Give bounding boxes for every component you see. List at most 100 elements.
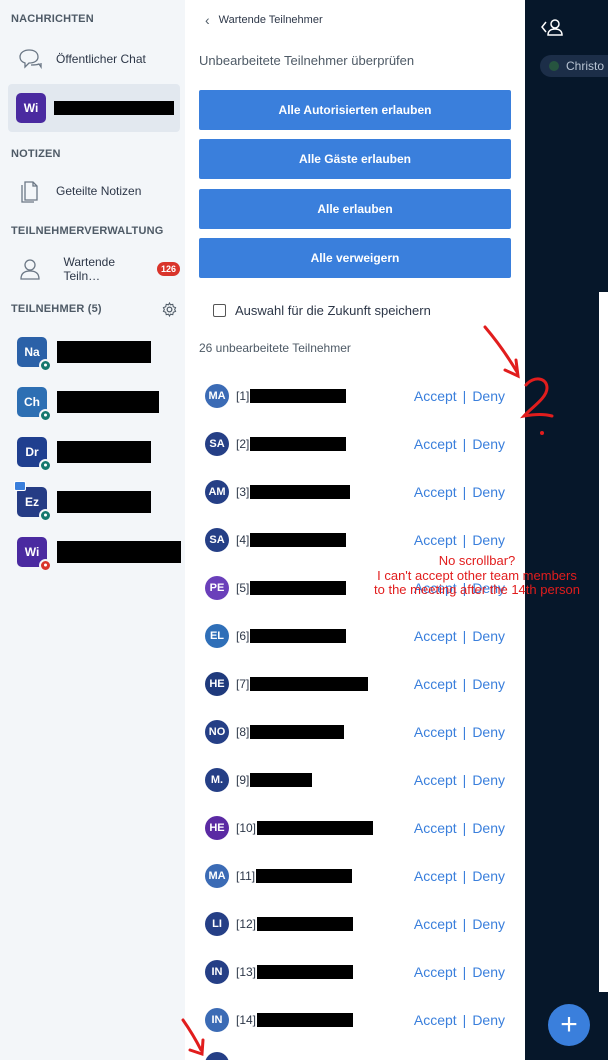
redacted-name	[256, 869, 353, 883]
accept-link[interactable]: Accept	[414, 388, 457, 404]
microphone-icon: ●	[39, 459, 52, 472]
accept-link[interactable]: Accept	[414, 484, 457, 500]
avatar: AM	[205, 480, 229, 504]
separator: |	[462, 436, 467, 452]
public-chat-label: Öffentlicher Chat	[56, 52, 146, 66]
presenter-name: Christo	[566, 59, 605, 73]
accept-link[interactable]: Accept	[414, 436, 457, 452]
user-label: [2]	[236, 437, 250, 451]
user-label: [13]	[236, 965, 257, 979]
user-list-toggle-icon[interactable]	[541, 18, 563, 41]
user-label: [10]	[236, 821, 257, 835]
user-actions: Accept | Deny	[414, 964, 505, 980]
user-actions: Accept | Deny	[414, 388, 505, 404]
user-actions: Accept | Deny	[414, 868, 505, 884]
participant-row[interactable]: Wi ●	[17, 535, 181, 572]
user-actions: Accept | Deny	[414, 532, 505, 548]
user-actions: Accept | Deny	[414, 484, 505, 500]
deny-link[interactable]: Deny	[472, 820, 505, 836]
user-label: [11]	[236, 869, 256, 883]
separator: |	[462, 628, 467, 644]
avatar: SA	[205, 432, 229, 456]
participant-row[interactable]: Ch ●	[17, 385, 159, 422]
annotation-line-3: to the meeting after the 14th person	[374, 582, 580, 597]
status-dot	[549, 61, 559, 71]
content-edge	[599, 292, 608, 992]
deny-link[interactable]: Deny	[472, 1012, 505, 1028]
annotation-line-1: No scrollbar?	[438, 553, 516, 568]
microphone-icon: ●	[39, 359, 52, 372]
back-button[interactable]: ‹ Wartende Teilnehmer	[205, 12, 323, 28]
accept-link[interactable]: Accept	[414, 724, 457, 740]
deny-link[interactable]: Deny	[472, 628, 505, 644]
redacted-name	[257, 917, 354, 931]
user-label: [1]	[236, 389, 250, 403]
accept-link[interactable]: Accept	[414, 916, 457, 932]
avatar: SA	[205, 528, 229, 552]
accept-link[interactable]: Accept	[414, 628, 457, 644]
accept-link[interactable]: Accept	[414, 772, 457, 788]
separator: |	[462, 388, 467, 404]
accept-link[interactable]: Accept	[414, 964, 457, 980]
allow-authorized-button[interactable]: Alle Autorisierten erlauben	[199, 90, 511, 130]
chevron-left-icon: ‹	[205, 12, 210, 28]
deny-link[interactable]: Deny	[472, 676, 505, 692]
allow-guests-button[interactable]: Alle Gäste erlauben	[199, 139, 511, 179]
presentation-area: Christo +	[525, 0, 608, 1060]
deny-link[interactable]: Deny	[472, 964, 505, 980]
redacted-name	[257, 821, 374, 835]
shared-notes-item[interactable]: Geteilte Notizen	[8, 168, 180, 214]
waiting-users-panel: ‹ Wartende Teilnehmer Unbearbeitete Teil…	[185, 0, 525, 1060]
presenter-pill: Christo	[540, 55, 608, 77]
deny-link[interactable]: Deny	[472, 484, 505, 500]
user-actions: Accept | Deny	[414, 916, 505, 932]
avatar: Ez ●	[17, 487, 52, 522]
deny-link[interactable]: Deny	[472, 436, 505, 452]
section-title-messages: NACHRICHTEN	[11, 13, 94, 25]
deny-link[interactable]: Deny	[472, 868, 505, 884]
deny-link[interactable]: Deny	[472, 388, 505, 404]
redacted-name	[250, 437, 347, 451]
participant-row[interactable]: Dr ●	[17, 435, 151, 472]
deny-link[interactable]: Deny	[472, 724, 505, 740]
user-icon	[16, 255, 43, 283]
redacted-name	[250, 725, 345, 739]
plus-button[interactable]: +	[548, 1004, 590, 1046]
participant-row[interactable]: Ez ●	[14, 481, 151, 522]
checkbox-box[interactable]	[213, 304, 226, 317]
user-label: [9]	[236, 773, 250, 787]
avatar: PE	[205, 576, 229, 600]
redacted-name	[250, 533, 347, 547]
deny-all-button[interactable]: Alle verweigern	[199, 238, 511, 278]
avatar: HE	[205, 816, 229, 840]
separator: |	[462, 1012, 467, 1028]
accept-link[interactable]: Accept	[414, 868, 457, 884]
accept-link[interactable]: Accept	[414, 676, 457, 692]
accept-link[interactable]: Accept	[414, 532, 457, 548]
deny-link[interactable]: Deny	[472, 532, 505, 548]
remember-choice-checkbox[interactable]: Auswahl für die Zukunft speichern	[213, 303, 431, 318]
waiting-user-row: IN [13] Accept | Deny	[205, 955, 510, 989]
accept-link[interactable]: Accept	[414, 820, 457, 836]
waiting-user-row: HE [10] Accept | Deny	[205, 811, 510, 845]
redacted-name	[250, 581, 347, 595]
pending-count: 26 unbearbeitete Teilnehmer	[199, 341, 351, 355]
panel-title: Wartende Teilnehmer	[218, 14, 323, 26]
redacted-name	[54, 101, 174, 115]
avatar: Ch ●	[17, 387, 52, 422]
allow-all-button[interactable]: Alle erlauben	[199, 189, 511, 229]
separator: |	[462, 532, 467, 548]
gear-icon[interactable]	[162, 301, 177, 322]
waiting-user-row: MA [11] Accept | Deny	[205, 859, 510, 893]
accept-link[interactable]: Accept	[414, 1012, 457, 1028]
private-chat-item[interactable]: Wi	[8, 84, 180, 132]
public-chat-item[interactable]: Öffentlicher Chat	[8, 36, 180, 82]
waiting-users-item[interactable]: Wartende Teiln… 126	[8, 246, 180, 292]
deny-link[interactable]: Deny	[472, 916, 505, 932]
separator: |	[462, 772, 467, 788]
chat-icon	[16, 45, 44, 73]
deny-link[interactable]: Deny	[472, 772, 505, 788]
user-actions: Accept | Deny	[414, 820, 505, 836]
participant-row[interactable]: Na ●	[17, 335, 151, 372]
redacted-name	[250, 629, 347, 643]
